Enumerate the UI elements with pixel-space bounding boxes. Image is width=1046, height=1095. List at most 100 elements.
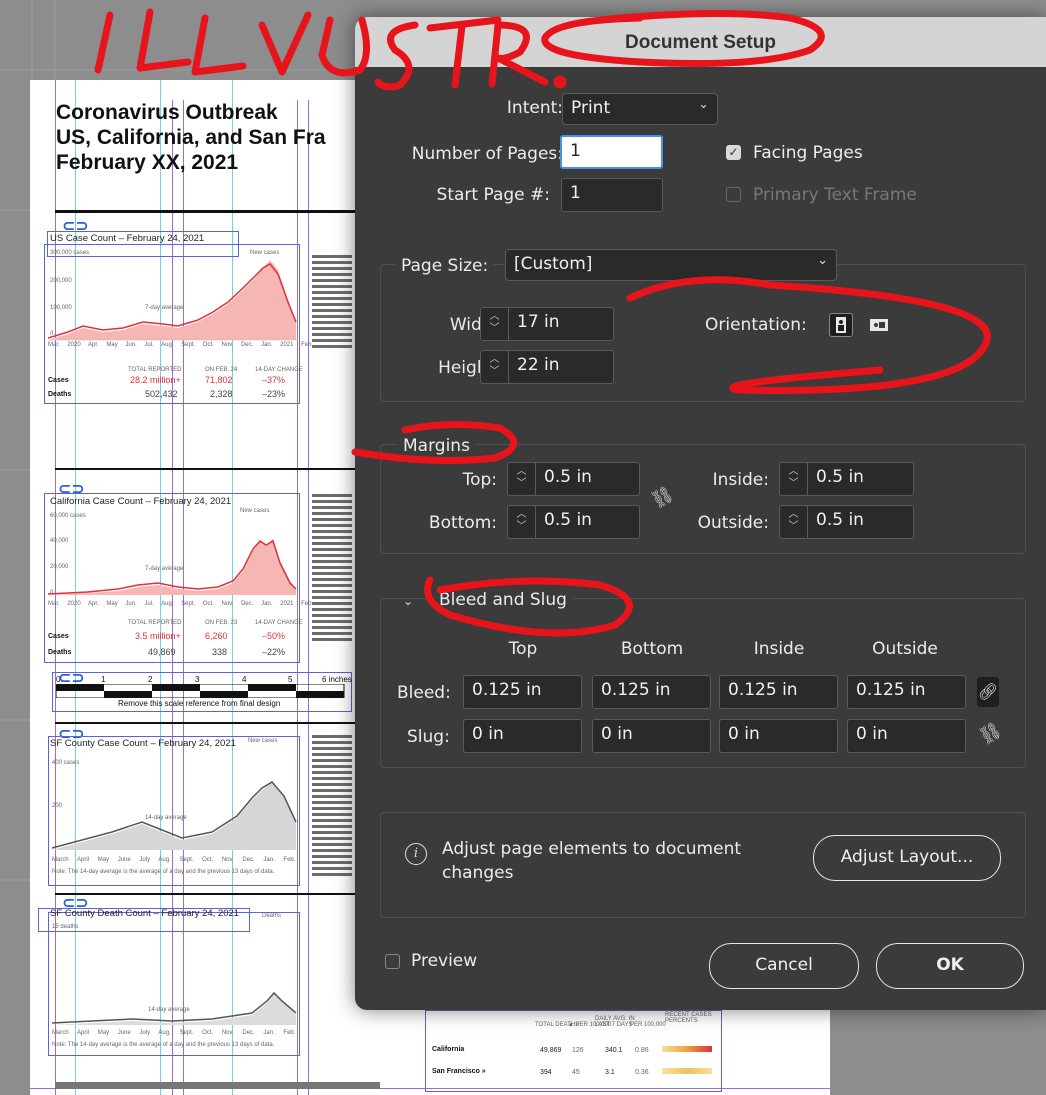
adjust-text: Adjust page elements to document changes	[442, 839, 742, 883]
us-chart-title: US Case Count – February 24, 2021	[50, 233, 205, 244]
ca-cases-day: 6,260	[205, 631, 228, 641]
bt-hdr: RECENT CASES PERCENTS	[665, 1012, 712, 1024]
preview-checkbox[interactable]	[385, 954, 400, 969]
bleed-inside-input[interactable]: 0.125 in	[719, 675, 838, 709]
us-deaths-day: 2,328	[210, 389, 233, 399]
slug-inside-input[interactable]: 0 in	[719, 719, 838, 753]
height-value: 22 in	[517, 355, 560, 375]
margin-top-value: 0.5 in	[544, 467, 592, 487]
margins-group	[380, 444, 1026, 554]
scale-tick: 2	[148, 675, 153, 684]
ca-deaths-day: 338	[212, 647, 228, 657]
ca-x-labels: Mar. 2020 Apr. May Jun. Jul. Aug. Sept. …	[48, 601, 314, 607]
page-size-select[interactable]: [Custom] ⌄	[505, 249, 837, 281]
scale-caption: Remove this scale reference from final d…	[118, 699, 281, 708]
landscape-orientation-icon[interactable]	[867, 313, 891, 337]
slug-label: Slug:	[407, 727, 450, 747]
margin-inside-value: 0.5 in	[816, 467, 864, 487]
us-row-label: Cases	[48, 377, 69, 384]
number-of-pages-input[interactable]: 1	[560, 135, 663, 169]
primary-text-frame-checkbox[interactable]	[726, 187, 741, 202]
ca-avg-label: 7-day average	[145, 566, 184, 572]
section-rule	[55, 722, 355, 724]
height-stepper[interactable]: ︿ ﹀ 22 in	[480, 350, 614, 384]
stepper-arrows-icon[interactable]: ︿ ﹀	[481, 351, 509, 383]
us-deaths-total: 502,432	[145, 389, 178, 399]
us-deaths-change: –23%	[262, 389, 286, 399]
ca-row-label: Deaths	[48, 649, 72, 656]
sf-cases-chart	[52, 781, 297, 850]
chevron-down-icon: ⌄	[698, 97, 709, 112]
bleed-top-input[interactable]: 0.125 in	[463, 675, 582, 709]
placeholder-bars	[312, 494, 352, 644]
cancel-button[interactable]: Cancel	[709, 943, 859, 989]
bleed-slug-label: Bleed and Slug	[433, 590, 573, 610]
bt-cell: 340.1	[605, 1047, 623, 1054]
ca-cases-change: –50%	[262, 631, 286, 641]
bt-hdr: DAILY AVG. IN LAST 7 DAYS	[595, 1016, 635, 1028]
col-bottom-header: Bottom	[620, 639, 684, 659]
bt-cell: 394	[540, 1069, 552, 1076]
portrait-orientation-icon[interactable]	[829, 313, 853, 337]
title-line-3: February XX, 2021	[56, 151, 239, 174]
page-size-value: [Custom]	[514, 254, 593, 274]
margin-bottom-stepper[interactable]: ︿ ﹀ 0.5 in	[507, 505, 640, 539]
width-stepper[interactable]: ︿ ﹀ 17 in	[480, 307, 614, 341]
us-cases-total: 28.2 million+	[130, 375, 181, 385]
document-setup-dialog[interactable]: Document Setup Intent: Print ⌄ Number of…	[355, 17, 1046, 1010]
dialog-title: Document Setup	[625, 32, 776, 53]
title-line-2: US, California, and San Fra	[56, 126, 326, 149]
start-page-input[interactable]: 1	[561, 178, 663, 212]
stepper-arrows-icon[interactable]: ︿ ﹀	[481, 308, 509, 340]
intent-value: Print	[571, 98, 611, 118]
margin-bottom-value: 0.5 in	[544, 510, 592, 530]
margin-top-stepper[interactable]: ︿ ﹀ 0.5 in	[507, 462, 640, 496]
margin-outside-value: 0.5 in	[816, 510, 864, 530]
stepper-arrows-icon[interactable]: ︿ ﹀	[780, 463, 808, 495]
scale-bar	[56, 684, 345, 698]
ca-hdr-day: ON FEB. 23	[205, 620, 238, 626]
slug-outside-input[interactable]: 0 in	[847, 719, 966, 753]
preview-label: Preview	[411, 951, 478, 971]
bleed-outside-input[interactable]: 0.125 in	[847, 675, 966, 709]
intent-select[interactable]: Print ⌄	[562, 93, 718, 125]
facing-pages-checkbox[interactable]: ✓	[726, 145, 741, 160]
col-outside-header: Outside	[872, 639, 938, 659]
scale-tick: 5	[288, 675, 293, 684]
dialog-titlebar[interactable]: Document Setup	[355, 17, 1046, 67]
stepper-arrows-icon[interactable]: ︿ ﹀	[508, 463, 536, 495]
stepper-arrows-icon[interactable]: ︿ ﹀	[508, 506, 536, 538]
intent-label: Intent:	[506, 98, 563, 118]
link-chain-icon[interactable]: 🔗︎	[977, 677, 999, 707]
bt-cell: 45	[572, 1069, 580, 1076]
bt-cell: 126	[572, 1047, 584, 1054]
number-of-pages-label: Number of Pages:	[411, 144, 563, 164]
info-icon: i	[405, 843, 427, 865]
scale-tick: 6 inches	[322, 675, 352, 684]
title-rule	[55, 210, 355, 213]
col-inside-header: Inside	[753, 639, 805, 659]
bt-cell: 0.86	[635, 1047, 649, 1054]
bleed-bottom-input[interactable]: 0.125 in	[592, 675, 711, 709]
width-value: 17 in	[517, 312, 560, 332]
margin-top-label: Top:	[462, 470, 497, 490]
slug-top-input[interactable]: 0 in	[463, 719, 582, 753]
scale-tick: 4	[242, 675, 247, 684]
stepper-arrows-icon[interactable]: ︿ ﹀	[780, 506, 808, 538]
ok-button[interactable]: OK	[876, 943, 1024, 989]
slug-bottom-input[interactable]: 0 in	[592, 719, 711, 753]
document-title: Coronavirus Outbreak US, California, and…	[56, 100, 356, 175]
disclosure-chevron-icon[interactable]: ⌄	[403, 594, 413, 608]
us-area-chart	[48, 260, 298, 341]
placeholder-bars	[312, 735, 352, 879]
adjust-layout-button[interactable]: Adjust Layout...	[813, 835, 1001, 881]
ca-hdr-change: 14-DAY CHANGE	[255, 620, 303, 626]
scale-tick: 1	[101, 675, 106, 684]
col-top-header: Top	[508, 639, 538, 659]
ca-chart-title: California Case Count – February 24, 202…	[50, 496, 232, 507]
bt-row-name: San Francisco »	[432, 1068, 486, 1075]
bt-cell: 3.1	[605, 1069, 615, 1076]
us-hdr-change: 14-DAY CHANGE	[255, 367, 303, 373]
margin-outside-stepper[interactable]: ︿ ﹀ 0.5 in	[779, 505, 914, 539]
margin-inside-stepper[interactable]: ︿ ﹀ 0.5 in	[779, 462, 914, 496]
